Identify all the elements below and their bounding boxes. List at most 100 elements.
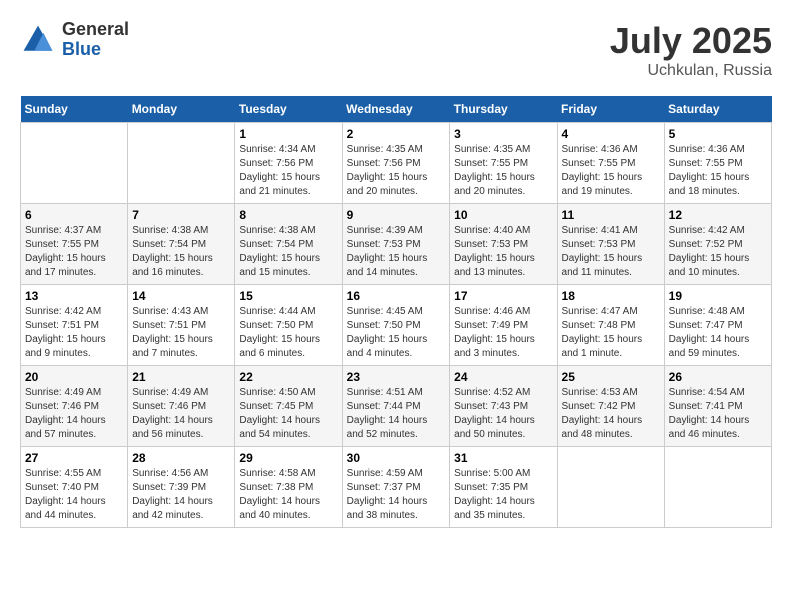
day-info: Sunrise: 4:50 AM Sunset: 7:45 PM Dayligh… [239,386,337,442]
day-number: 24 [454,370,552,384]
calendar-cell: 29Sunrise: 4:58 AM Sunset: 7:38 PM Dayli… [235,447,342,528]
calendar-cell: 10 Sunrise: 4:40 AM Sunset: 7:53 PM Dayli… [450,204,557,285]
day-number: 6 [25,208,123,222]
calendar-cell: 24 Sunrise: 4:52 AM Sunset: 7:43 PM Dayli… [450,366,557,447]
calendar-cell: 13 Sunrise: 4:42 AM Sunset: 7:51 PM Dayli… [21,285,128,366]
day-number: 31 [454,451,552,465]
calendar-cell: 3Sunrise: 4:35 AM Sunset: 7:55 PM Daylig… [450,123,557,204]
calendar-cell: 30Sunrise: 4:59 AM Sunset: 7:37 PM Dayli… [342,447,450,528]
day-number: 21 [132,370,230,384]
weekday-header-monday: Monday [128,96,235,123]
day-number: 16 [347,289,446,303]
logo-text: General Blue [62,20,129,60]
day-info: Sunrise: 4:43 AM Sunset: 7:51 PM Dayligh… [132,305,230,361]
calendar-cell: 14Sunrise: 4:43 AM Sunset: 7:51 PM Dayli… [128,285,235,366]
day-info: Sunrise: 4:59 AM Sunset: 7:37 PM Dayligh… [347,467,446,523]
calendar-cell [21,123,128,204]
day-number: 12 [669,208,767,222]
logo-general-text: General [62,20,129,40]
day-number: 7 [132,208,230,222]
calendar-cell: 27 Sunrise: 4:55 AM Sunset: 7:40 PM Dayli… [21,447,128,528]
day-number: 11 [562,208,660,222]
day-info: Sunrise: 4:42 AM Sunset: 7:51 PM Dayligh… [25,305,123,361]
day-info: Sunrise: 4:49 AM Sunset: 7:46 PM Dayligh… [25,386,123,442]
calendar-cell: 8 Sunrise: 4:38 AM Sunset: 7:54 PM Daylig… [235,204,342,285]
day-number: 20 [25,370,123,384]
day-info: Sunrise: 4:44 AM Sunset: 7:50 PM Dayligh… [239,305,337,361]
day-number: 18 [562,289,660,303]
day-info: Sunrise: 4:55 AM Sunset: 7:40 PM Dayligh… [25,467,123,523]
day-info: Sunrise: 4:38 AM Sunset: 7:54 PM Dayligh… [132,224,230,280]
day-info: Sunrise: 4:38 AM Sunset: 7:54 PM Dayligh… [239,224,337,280]
day-info: Sunrise: 4:37 AM Sunset: 7:55 PM Dayligh… [25,224,123,280]
day-info: Sunrise: 5:00 AM Sunset: 7:35 PM Dayligh… [454,467,552,523]
day-number: 1 [239,127,337,141]
calendar-cell: 16 Sunrise: 4:45 AM Sunset: 7:50 PM Dayli… [342,285,450,366]
day-info: Sunrise: 4:47 AM Sunset: 7:48 PM Dayligh… [562,305,660,361]
calendar-week-4: 20 Sunrise: 4:49 AM Sunset: 7:46 PM Dayli… [21,366,772,447]
calendar-cell: 2 Sunrise: 4:35 AM Sunset: 7:56 PM Daylig… [342,123,450,204]
page-header: General Blue July 2025 Uchkulan, Russia [20,20,772,80]
calendar-cell: 31 Sunrise: 5:00 AM Sunset: 7:35 PM Dayli… [450,447,557,528]
day-info: Sunrise: 4:49 AM Sunset: 7:46 PM Dayligh… [132,386,230,442]
day-info: Sunrise: 4:56 AM Sunset: 7:39 PM Dayligh… [132,467,230,523]
calendar-cell: 17Sunrise: 4:46 AM Sunset: 7:49 PM Dayli… [450,285,557,366]
calendar-cell: 1Sunrise: 4:34 AM Sunset: 7:56 PM Daylig… [235,123,342,204]
location: Uchkulan, Russia [610,62,772,80]
day-number: 15 [239,289,337,303]
day-info: Sunrise: 4:35 AM Sunset: 7:55 PM Dayligh… [454,143,552,199]
calendar-cell [664,447,771,528]
weekday-header-thursday: Thursday [450,96,557,123]
calendar-cell: 7 Sunrise: 4:38 AM Sunset: 7:54 PM Daylig… [128,204,235,285]
calendar-cell: 28Sunrise: 4:56 AM Sunset: 7:39 PM Dayli… [128,447,235,528]
weekday-header-friday: Friday [557,96,664,123]
day-number: 25 [562,370,660,384]
weekday-header-tuesday: Tuesday [235,96,342,123]
calendar-cell: 15 Sunrise: 4:44 AM Sunset: 7:50 PM Dayli… [235,285,342,366]
logo-icon [20,22,56,58]
day-number: 9 [347,208,446,222]
day-number: 4 [562,127,660,141]
logo-blue-text: Blue [62,40,129,60]
day-info: Sunrise: 4:51 AM Sunset: 7:44 PM Dayligh… [347,386,446,442]
day-info: Sunrise: 4:48 AM Sunset: 7:47 PM Dayligh… [669,305,767,361]
day-info: Sunrise: 4:46 AM Sunset: 7:49 PM Dayligh… [454,305,552,361]
day-info: Sunrise: 4:53 AM Sunset: 7:42 PM Dayligh… [562,386,660,442]
calendar-cell: 4 Sunrise: 4:36 AM Sunset: 7:55 PM Daylig… [557,123,664,204]
day-number: 13 [25,289,123,303]
day-number: 8 [239,208,337,222]
calendar-cell: 5Sunrise: 4:36 AM Sunset: 7:55 PM Daylig… [664,123,771,204]
calendar-table: SundayMondayTuesdayWednesdayThursdayFrid… [20,96,772,528]
calendar-cell: 11 Sunrise: 4:41 AM Sunset: 7:53 PM Dayli… [557,204,664,285]
calendar-cell: 23 Sunrise: 4:51 AM Sunset: 7:44 PM Dayli… [342,366,450,447]
day-number: 23 [347,370,446,384]
day-number: 19 [669,289,767,303]
day-info: Sunrise: 4:45 AM Sunset: 7:50 PM Dayligh… [347,305,446,361]
day-info: Sunrise: 4:36 AM Sunset: 7:55 PM Dayligh… [669,143,767,199]
calendar-cell [557,447,664,528]
day-info: Sunrise: 4:39 AM Sunset: 7:53 PM Dayligh… [347,224,446,280]
day-number: 27 [25,451,123,465]
calendar-cell [128,123,235,204]
month-title: July 2025 [610,20,772,62]
calendar-cell: 19 Sunrise: 4:48 AM Sunset: 7:47 PM Dayli… [664,285,771,366]
calendar-cell: 22 Sunrise: 4:50 AM Sunset: 7:45 PM Dayli… [235,366,342,447]
day-number: 2 [347,127,446,141]
day-info: Sunrise: 4:36 AM Sunset: 7:55 PM Dayligh… [562,143,660,199]
calendar-cell: 9 Sunrise: 4:39 AM Sunset: 7:53 PM Daylig… [342,204,450,285]
day-number: 10 [454,208,552,222]
calendar-cell: 6 Sunrise: 4:37 AM Sunset: 7:55 PM Daylig… [21,204,128,285]
calendar-cell: 18 Sunrise: 4:47 AM Sunset: 7:48 PM Dayli… [557,285,664,366]
day-info: Sunrise: 4:35 AM Sunset: 7:56 PM Dayligh… [347,143,446,199]
weekday-header-saturday: Saturday [664,96,771,123]
day-info: Sunrise: 4:52 AM Sunset: 7:43 PM Dayligh… [454,386,552,442]
weekday-header-row: SundayMondayTuesdayWednesdayThursdayFrid… [21,96,772,123]
day-info: Sunrise: 4:41 AM Sunset: 7:53 PM Dayligh… [562,224,660,280]
day-info: Sunrise: 4:40 AM Sunset: 7:53 PM Dayligh… [454,224,552,280]
calendar-week-1: 1Sunrise: 4:34 AM Sunset: 7:56 PM Daylig… [21,123,772,204]
day-info: Sunrise: 4:54 AM Sunset: 7:41 PM Dayligh… [669,386,767,442]
calendar-week-3: 13 Sunrise: 4:42 AM Sunset: 7:51 PM Dayli… [21,285,772,366]
logo: General Blue [20,20,129,60]
day-number: 22 [239,370,337,384]
calendar-week-5: 27 Sunrise: 4:55 AM Sunset: 7:40 PM Dayli… [21,447,772,528]
